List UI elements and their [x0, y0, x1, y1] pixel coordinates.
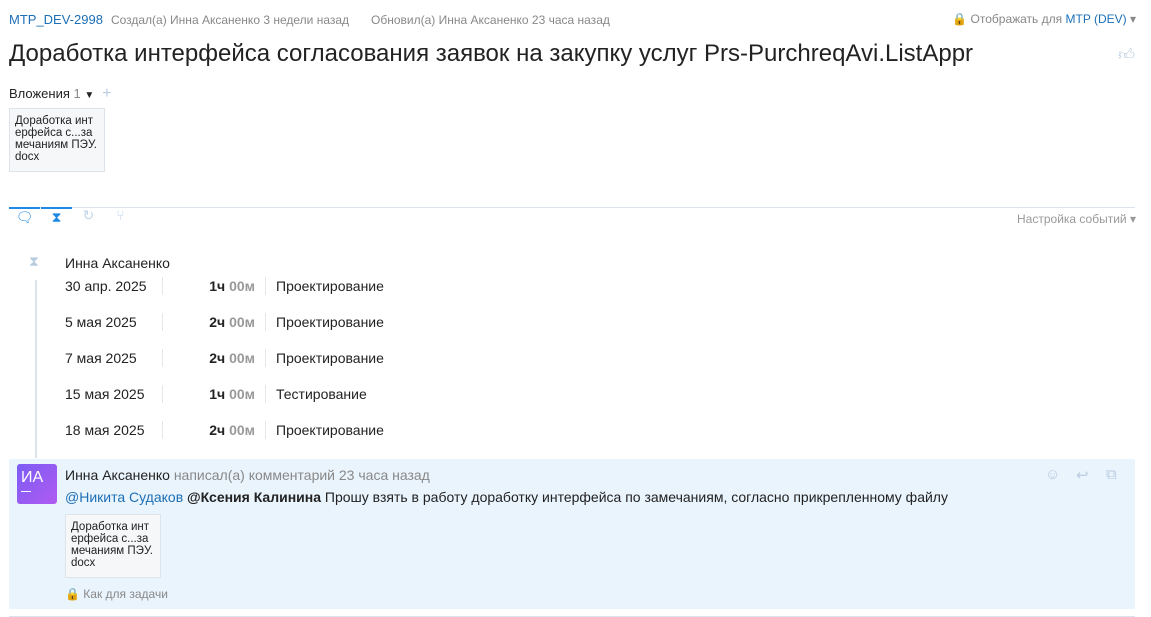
reply-icon[interactable]: ↩: [1076, 466, 1089, 484]
add-reaction-icon[interactable]: ☺: [1045, 466, 1060, 483]
worklog-duration: 2ч 00м: [163, 350, 265, 366]
avatar[interactable]: ИА: [17, 464, 57, 504]
worklog-type: Проектирование: [276, 422, 384, 438]
worklog-duration: 1ч 00м: [163, 386, 265, 402]
hourglass-icon: ⧗: [51, 209, 62, 225]
worklog-type: Проектирование: [276, 350, 384, 366]
minutes: 00м: [229, 278, 255, 294]
tab-comments[interactable]: 🗨︎: [9, 207, 40, 231]
hours: 2ч: [209, 422, 226, 438]
comment-attachment-file[interactable]: Доработка интерфейса с...замечаниям ПЭУ.…: [65, 514, 161, 578]
divider: [9, 207, 1135, 208]
issue-key-link[interactable]: MTP_DEV-2998: [9, 12, 103, 27]
worklog-row: 5 мая 2025 2ч 00м Проектирование: [65, 312, 384, 332]
attachments-count: 1: [73, 86, 81, 101]
minutes: 00м: [229, 350, 255, 366]
timeline-line: [35, 280, 37, 458]
like-icon[interactable]: 👍︎: [1118, 46, 1135, 65]
mention[interactable]: @Ксения Калинина: [187, 489, 321, 505]
attachments-label: Вложения: [9, 86, 70, 101]
minutes: 00м: [229, 314, 255, 330]
issue-meta: MTP_DEV-2998 Создал(а) Инна Аксаненко 3 …: [9, 12, 610, 27]
comment-author[interactable]: Инна Аксаненко: [65, 467, 170, 483]
events-settings-dropdown[interactable]: Настройка событий ▾: [1017, 212, 1136, 226]
page-title: Доработка интерфейса согласования заявок…: [9, 40, 974, 67]
worklog-row: 7 мая 2025 2ч 00м Проектирование: [65, 348, 384, 368]
worklog-type: Проектирование: [276, 314, 384, 330]
add-attachment-icon[interactable]: +: [102, 85, 111, 102]
comment-header: Инна Аксаненко написал(а) комментарий 23…: [65, 467, 430, 483]
worklog-date: 18 мая 2025: [65, 422, 145, 438]
lock-icon: 🔒: [952, 12, 968, 26]
privacy-label: Как для задачи: [83, 587, 168, 601]
events-settings-label: Настройка событий: [1017, 212, 1127, 226]
attachments-header[interactable]: Вложения 1 ▼ +: [9, 85, 112, 103]
caret-down-icon: ▾: [1129, 12, 1136, 26]
hours: 2ч: [209, 314, 226, 330]
worklog-date: 7 мая 2025: [65, 350, 137, 366]
worklog-date: 30 апр. 2025: [65, 278, 147, 294]
lock-icon: 🔒: [65, 587, 80, 601]
worklog-date: 5 мая 2025: [65, 314, 137, 330]
worklog-row: 18 мая 2025 2ч 00м Проектирование: [65, 420, 384, 440]
updated-info: Обновил(а) Инна Аксаненко 23 часа назад: [371, 13, 610, 27]
worklog-duration: 2ч 00м: [163, 314, 265, 330]
comment-action: написал(а) комментарий 23 часа назад: [173, 467, 430, 483]
minutes: 00м: [229, 422, 255, 438]
comment-text: Прошу взять в работу доработку интерфейс…: [324, 489, 948, 505]
avatar-initials: ИА: [21, 469, 44, 486]
tab-worklog[interactable]: ⧗: [41, 207, 72, 231]
created-info: Создал(а) Инна Аксаненко 3 недели назад: [110, 13, 350, 27]
hours: 1ч: [209, 386, 226, 402]
copy-icon[interactable]: ⧉: [1106, 466, 1117, 483]
worklog-row: 30 апр. 2025 1ч 00м Проектирование: [65, 276, 384, 296]
tab-branches[interactable]: ⑂: [105, 207, 136, 231]
worklog-author: Инна Аксаненко: [65, 255, 170, 271]
worklog-date: 15 мая 2025: [65, 386, 145, 402]
worklog-type: Проектирование: [276, 278, 384, 294]
worklog-row: 15 мая 2025 1ч 00м Тестирование: [65, 384, 367, 404]
visibility-dropdown[interactable]: 🔒 Отображать для MTP (DEV) ▾: [952, 12, 1136, 26]
worklog-duration: 2ч 00м: [163, 422, 265, 438]
comment-icon: 🗨︎: [15, 209, 34, 225]
visibility-value: MTP (DEV): [1065, 12, 1127, 26]
attachment-file[interactable]: Доработка интерфейса с...замечаниям ПЭУ.…: [9, 108, 105, 172]
worklog-type: Тестирование: [276, 386, 367, 402]
mention[interactable]: @Никита Судаков: [65, 489, 183, 505]
history-icon: ↻: [82, 207, 95, 223]
hours: 2ч: [209, 350, 226, 366]
visibility-label: Отображать для: [970, 12, 1063, 26]
minutes: 00м: [229, 386, 255, 402]
comment-body: @Никита Судаков @Ксения Калинина Прошу в…: [65, 489, 948, 505]
caret-down-icon: ▼: [84, 90, 95, 101]
hours: 1ч: [209, 278, 226, 294]
branch-icon: ⑂: [116, 207, 125, 223]
hourglass-icon: ⧗: [29, 253, 39, 269]
worklog-duration: 1ч 00м: [163, 278, 265, 294]
comment-privacy[interactable]: 🔒 Как для задачи: [65, 587, 168, 601]
tab-history[interactable]: ↻: [73, 207, 104, 231]
